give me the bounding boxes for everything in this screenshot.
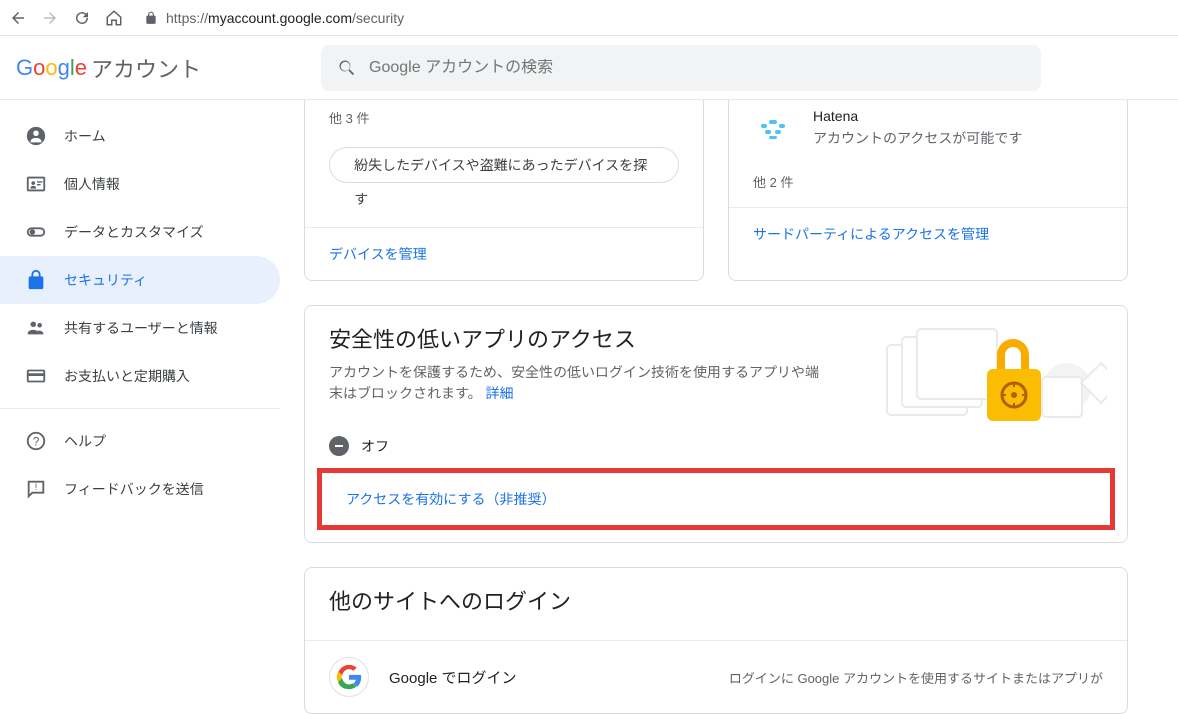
sidebar-item-label: データとカスタマイズ xyxy=(64,222,204,242)
less-secure-card: 安全性の低いアプリのアクセス アカウントを保護するため、安全性の低いログイン技術… xyxy=(304,305,1128,543)
lowsec-status: オフ xyxy=(305,420,847,468)
lowsec-desc: アカウントを保護するため、安全性の低いログイン技術を使用するアプリや端末はブロッ… xyxy=(329,362,823,404)
toggle-icon xyxy=(24,220,48,244)
search-input[interactable] xyxy=(369,59,1025,77)
app-header: Google アカウント xyxy=(0,36,1178,100)
sidebar: ホーム 個人情報 データとカスタマイズ セキュリティ 共有するユーザーと情報 xyxy=(0,100,280,714)
id-card-icon xyxy=(24,172,48,196)
manage-thirdparty-link[interactable]: サードパーティによるアクセスを管理 xyxy=(753,226,989,242)
sidebar-item-security[interactable]: セキュリティ xyxy=(0,256,280,304)
browser-toolbar: https://myaccount.google.com/security xyxy=(0,0,1178,36)
signin-other-sites-card: 他のサイトへのログイン Google でログイン ログインに Google アカ… xyxy=(304,567,1128,714)
search-icon xyxy=(337,58,357,78)
lowsec-title: 安全性の低いアプリのアクセス xyxy=(329,322,823,354)
sidebar-item-label: 共有するユーザーと情報 xyxy=(64,318,218,338)
app-sub: アカウントのアクセスが可能です xyxy=(813,128,1022,148)
enable-access-link[interactable]: アクセスを有効にする（非推奨） xyxy=(346,491,555,507)
content-area: 他 3 件 紛失したデバイスや盗難にあったデバイスを探す デバイスを管理 xyxy=(280,100,1152,714)
sidebar-item-label: ヘルプ xyxy=(64,431,106,451)
sidebar-item-payments[interactable]: お支払いと定期購入 xyxy=(0,352,280,400)
lock-icon xyxy=(24,268,48,292)
signin-row[interactable]: Google でログイン ログインに Google アカウントを使用するサイトま… xyxy=(305,640,1127,713)
find-device-button[interactable]: 紛失したデバイスや盗難にあったデバイスを探す xyxy=(329,147,679,183)
svg-text:!: ! xyxy=(35,482,38,492)
app-name: Hatena xyxy=(813,108,1022,124)
forward-button[interactable] xyxy=(40,8,60,28)
devices-other-count: 他 3 件 xyxy=(305,100,703,143)
back-button[interactable] xyxy=(8,8,28,28)
google-account-logo[interactable]: Google アカウント xyxy=(16,52,201,84)
devices-card: 他 3 件 紛失したデバイスや盗難にあったデバイスを探す デバイスを管理 xyxy=(304,100,704,281)
hatena-icon xyxy=(753,108,793,148)
sidebar-item-label: お支払いと定期購入 xyxy=(64,366,190,386)
thirdparty-app-item[interactable]: Hatena アカウントのアクセスが可能です xyxy=(729,100,1127,164)
sidebar-item-home[interactable]: ホーム xyxy=(0,112,280,160)
highlight-enable-access: アクセスを有効にする（非推奨） xyxy=(317,468,1115,530)
person-circle-icon xyxy=(24,124,48,148)
card-icon xyxy=(24,364,48,388)
svg-text:?: ? xyxy=(33,435,40,449)
manage-devices-link[interactable]: デバイスを管理 xyxy=(329,246,427,262)
sidebar-item-personal[interactable]: 個人情報 xyxy=(0,160,280,208)
home-button[interactable] xyxy=(104,8,124,28)
address-bar[interactable]: https://myaccount.google.com/security xyxy=(144,10,404,26)
reload-button[interactable] xyxy=(72,8,92,28)
search-box[interactable] xyxy=(321,45,1041,91)
google-g-icon xyxy=(329,657,369,697)
sidebar-item-sharing[interactable]: 共有するユーザーと情報 xyxy=(0,304,280,352)
help-icon: ? xyxy=(24,429,48,453)
thirdparty-card: Hatena アカウントのアクセスが可能です 他 2 件 サードパーティによるア… xyxy=(728,100,1128,281)
sidebar-item-feedback[interactable]: ! フィードバックを送信 xyxy=(0,465,280,513)
signin-right-text: ログインに Google アカウントを使用するサイトまたはアプリが xyxy=(537,668,1103,687)
sidebar-item-label: セキュリティ xyxy=(64,270,147,290)
status-label: オフ xyxy=(361,436,389,456)
lock-icon xyxy=(144,11,158,25)
sidebar-item-label: フィードバックを送信 xyxy=(64,479,204,499)
thirdparty-other-count: 他 2 件 xyxy=(729,164,1127,207)
sidebar-item-label: 個人情報 xyxy=(64,174,120,194)
divider xyxy=(0,408,280,409)
sidebar-item-label: ホーム xyxy=(64,126,106,146)
sidebar-item-help[interactable]: ? ヘルプ xyxy=(0,417,280,465)
status-off-icon xyxy=(329,436,349,456)
url-text: https://myaccount.google.com/security xyxy=(166,10,404,26)
lowsec-illustration xyxy=(847,306,1127,468)
lowsec-details-link[interactable]: 詳細 xyxy=(486,385,514,401)
logo-suffix: アカウント xyxy=(91,52,201,84)
signin-google-label: Google でログイン xyxy=(389,667,517,688)
people-icon xyxy=(24,316,48,340)
sidebar-item-data[interactable]: データとカスタマイズ xyxy=(0,208,280,256)
feedback-icon: ! xyxy=(24,477,48,501)
signin-title: 他のサイトへのログイン xyxy=(329,584,1103,616)
